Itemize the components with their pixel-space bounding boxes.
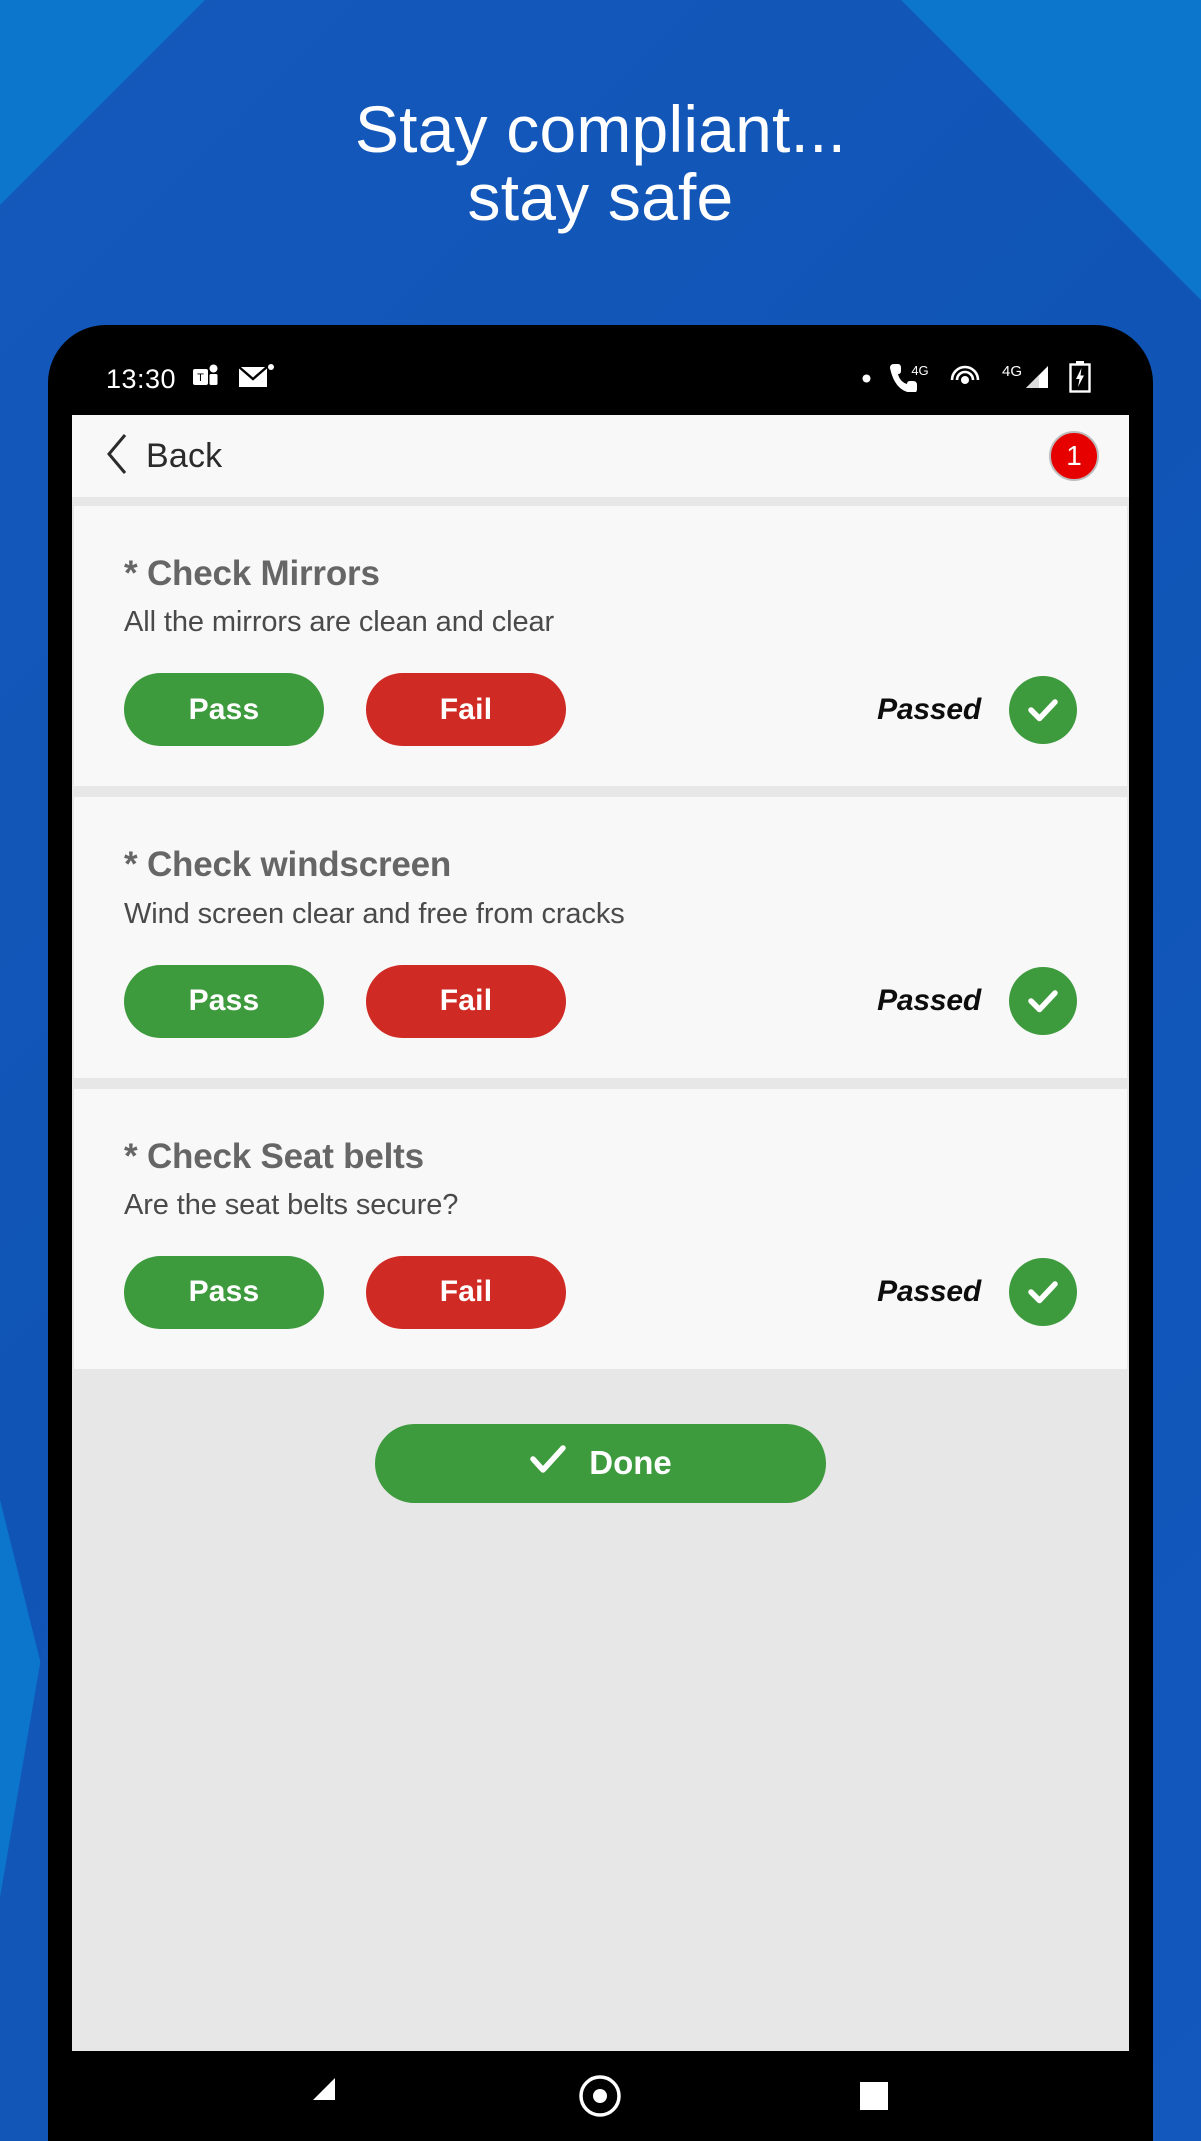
check-circle-icon xyxy=(1009,1258,1077,1327)
dot-icon xyxy=(862,370,871,388)
fail-button[interactable]: Fail xyxy=(366,964,566,1038)
nav-recents-square-icon[interactable] xyxy=(852,2074,896,2118)
check-icon xyxy=(529,1443,567,1483)
fail-button[interactable]: Fail xyxy=(366,673,566,747)
battery-charging-icon xyxy=(1069,360,1091,398)
checklist-item-actions: Pass Fail Passed xyxy=(124,1255,1077,1329)
phone-4g-icon: 4G xyxy=(888,362,932,397)
phone-frame: 13:30 T 4G 4G Back 1 * Check Mirrors All… xyxy=(48,325,1153,2141)
signal-4g-icon: 4G xyxy=(998,362,1052,397)
done-button[interactable]: Done xyxy=(375,1423,826,1503)
app-content: Back 1 * Check Mirrors All the mirrors a… xyxy=(72,415,1129,2051)
back-button[interactable]: Back xyxy=(104,432,222,481)
check-circle-icon xyxy=(1009,675,1077,744)
nav-home-circle-icon[interactable] xyxy=(574,2070,626,2122)
chevron-left-icon xyxy=(104,432,130,481)
checklist-item: * Check windscreen Wind screen clear and… xyxy=(74,797,1127,1078)
checklist-item: * Check Mirrors All the mirrors are clea… xyxy=(74,506,1127,787)
network-label-1: 4G xyxy=(911,363,928,378)
notification-badge[interactable]: 1 xyxy=(1049,431,1099,481)
android-nav-bar xyxy=(72,2051,1129,2141)
pass-button[interactable]: Pass xyxy=(124,964,324,1038)
envelope-icon xyxy=(237,363,275,396)
hotspot-icon xyxy=(949,363,981,396)
status-bar: 13:30 T 4G 4G xyxy=(72,343,1129,415)
app-header: Back 1 xyxy=(72,415,1129,497)
fail-button[interactable]: Fail xyxy=(366,1255,566,1329)
checklist-item-actions: Pass Fail Passed xyxy=(124,964,1077,1038)
checklist-item-description: Wind screen clear and free from cracks xyxy=(124,897,625,930)
checklist-item-actions: Pass Fail Passed xyxy=(124,673,1077,747)
status-bar-right: 4G 4G xyxy=(862,360,1091,398)
status-label: Passed xyxy=(877,984,981,1017)
checklist-item-description: Are the seat belts secure? xyxy=(124,1188,459,1221)
nav-back-triangle-icon[interactable] xyxy=(305,2074,349,2118)
done-button-label: Done xyxy=(589,1444,672,1482)
pass-button[interactable]: Pass xyxy=(124,673,324,747)
promo-headline: Stay compliant... stay safe xyxy=(354,92,847,234)
check-circle-icon xyxy=(1009,967,1077,1035)
back-label: Back xyxy=(146,436,223,475)
svg-text:T: T xyxy=(197,372,204,384)
checklist-item-description: All the mirrors are clean and clear xyxy=(124,606,555,639)
teams-icon: T xyxy=(193,364,221,395)
network-label-2: 4G xyxy=(1002,363,1022,380)
status-label: Passed xyxy=(877,1275,981,1309)
status-bar-left: 13:30 T xyxy=(106,363,275,396)
checklist-container: * Check Mirrors All the mirrors are clea… xyxy=(72,497,1129,2051)
checklist-item-title: * Check Seat belts xyxy=(124,1136,424,1176)
status-label: Passed xyxy=(877,692,981,726)
checklist-item: * Check Seat belts Are the seat belts se… xyxy=(74,1088,1127,1369)
status-bar-clock: 13:30 xyxy=(106,363,177,394)
phone-screen: 13:30 T 4G 4G Back 1 * Check Mirrors All… xyxy=(72,343,1129,2141)
checklist-item-title: * Check Mirrors xyxy=(124,554,380,593)
done-bar: Done xyxy=(72,1379,1129,1503)
checklist-item-title: * Check windscreen xyxy=(124,845,452,885)
notification-badge-count: 1 xyxy=(1066,440,1082,471)
pass-button[interactable]: Pass xyxy=(124,1255,324,1329)
